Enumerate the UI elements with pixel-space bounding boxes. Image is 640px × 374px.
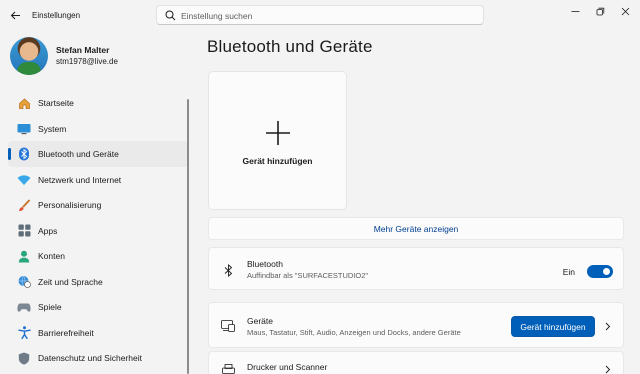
account-icon	[17, 249, 31, 263]
sidebar-item-netzwerk[interactable]: Netzwerk und Internet	[8, 167, 188, 193]
bluetooth-title: Bluetooth	[247, 259, 283, 269]
page-title: Bluetooth und Geräte	[207, 37, 373, 56]
sidebar-item-label: Startseite	[38, 98, 74, 108]
avatar[interactable]	[10, 37, 48, 75]
shield-icon	[17, 351, 31, 365]
sidebar-scrollbar[interactable]	[187, 99, 189, 374]
profile-name: Stefan Malter	[56, 45, 110, 55]
monitor-icon	[17, 122, 31, 136]
sidebar-nav: Startseite System Bluetooth und Geräte N…	[8, 90, 188, 371]
sidebar-item-personalisierung[interactable]: Personalisierung	[8, 192, 188, 218]
minimize-button[interactable]	[565, 4, 585, 18]
bluetooth-icon	[17, 147, 31, 161]
devices-subtitle: Maus, Tastatur, Stift, Audio, Anzeigen u…	[247, 328, 461, 337]
bluetooth-toggle[interactable]	[587, 265, 613, 278]
wifi-icon	[17, 173, 31, 187]
sidebar-item-bluetooth[interactable]: Bluetooth und Geräte	[8, 141, 188, 167]
printers-title: Drucker und Scanner	[247, 362, 328, 372]
chevron-right-icon	[604, 364, 612, 374]
accessibility-icon	[17, 326, 31, 340]
restore-icon	[596, 7, 604, 15]
sidebar-item-barrierefreiheit[interactable]: Barrierefreiheit	[8, 320, 188, 346]
close-button[interactable]	[615, 4, 635, 18]
gamepad-icon	[17, 300, 31, 314]
sidebar-item-label: Netzwerk und Internet	[38, 174, 122, 185]
search-box[interactable]	[156, 5, 484, 25]
more-devices-link[interactable]: Mehr Geräte anzeigen	[208, 217, 624, 240]
add-device-tile[interactable]: Gerät hinzufügen	[208, 71, 347, 210]
close-icon	[621, 7, 629, 15]
printers-card[interactable]: Drucker und Scanner	[208, 351, 624, 374]
title-bar: Einstellungen	[0, 0, 640, 30]
sidebar-item-label: Apps	[38, 225, 58, 236]
bluetooth-card: Bluetooth Auffindbar als "SURFACESTUDIO2…	[208, 247, 624, 290]
sidebar-item-datenschutz[interactable]: Datenschutz und Sicherheit	[8, 345, 188, 371]
restore-button[interactable]	[590, 4, 610, 18]
home-icon	[17, 96, 31, 110]
add-device-button[interactable]: Gerät hinzufügen	[511, 316, 595, 337]
back-button[interactable]	[8, 8, 22, 22]
globe-clock-icon	[17, 275, 31, 289]
back-arrow-icon	[10, 11, 20, 19]
sidebar-item-label: Datenschutz und Sicherheit	[38, 353, 142, 363]
sidebar-item-apps[interactable]: Apps	[8, 218, 188, 244]
sidebar-item-spiele[interactable]: Spiele	[8, 294, 188, 320]
sidebar-item-label: System	[38, 123, 67, 134]
sidebar-item-label: Spiele	[38, 302, 62, 312]
sidebar-item-label: Personalisierung	[38, 200, 102, 210]
devices-card[interactable]: Geräte Maus, Tastatur, Stift, Audio, Anz…	[208, 302, 624, 348]
printer-icon	[221, 363, 235, 374]
app-title: Einstellungen	[32, 11, 81, 20]
sidebar-item-label: Barrierefreiheit	[38, 327, 94, 338]
sidebar-item-startseite[interactable]: Startseite	[8, 90, 188, 116]
profile-email: stm1978@live.de	[56, 57, 118, 66]
sidebar-item-zeit[interactable]: Zeit und Sprache	[8, 269, 188, 295]
bluetooth-icon	[221, 263, 235, 277]
devices-title: Geräte	[247, 316, 273, 326]
plus-icon	[266, 121, 290, 145]
bluetooth-subtitle: Auffindbar als "SURFACESTUDIO2"	[247, 271, 369, 280]
sidebar-item-label: Konten	[38, 251, 65, 261]
add-device-label: Gerät hinzufügen	[242, 156, 313, 166]
sidebar-item-konten[interactable]: Konten	[8, 243, 188, 269]
brush-icon	[17, 198, 31, 212]
devices-icon	[221, 319, 235, 333]
apps-icon	[17, 224, 31, 238]
search-icon	[165, 10, 176, 21]
toggle-knob	[603, 268, 610, 275]
sidebar-item-label: Bluetooth und Geräte	[38, 149, 119, 159]
bluetooth-toggle-state: Ein	[562, 267, 575, 277]
chevron-right-icon	[604, 321, 612, 331]
minimize-icon	[571, 10, 579, 12]
search-input[interactable]	[181, 8, 477, 23]
sidebar-item-label: Zeit und Sprache	[38, 276, 103, 287]
sidebar-item-system[interactable]: System	[8, 116, 188, 142]
